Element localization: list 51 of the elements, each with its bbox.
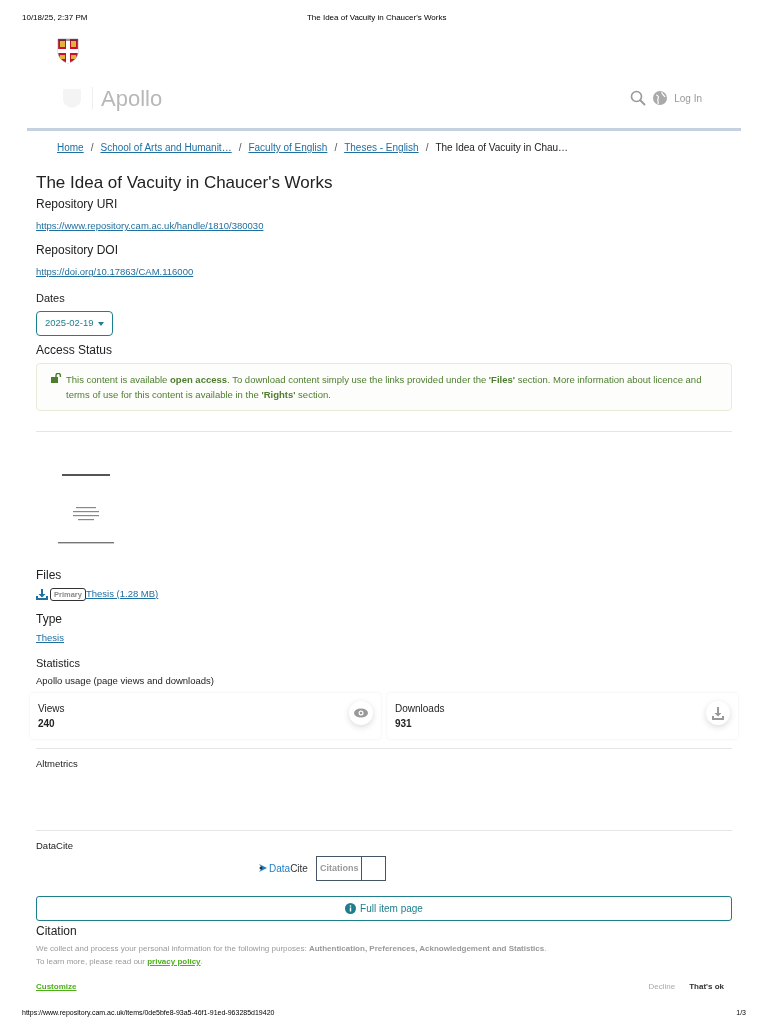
breadcrumb-link[interactable]: School of Arts and Humanit… — [100, 140, 232, 155]
field-label: Statistics — [36, 655, 81, 671]
field-label: Altmetrics — [36, 757, 79, 772]
breadcrumb-separator: / — [238, 141, 242, 155]
login-link[interactable]: Log In — [674, 90, 702, 106]
field-label: Type — [36, 611, 63, 629]
datacite-logo: DataCite — [269, 861, 308, 876]
stat-label: Downloads — [395, 702, 445, 717]
eye-icon — [349, 701, 373, 726]
breadcrumb-separator: / — [90, 141, 94, 155]
field-label: Repository URI — [36, 196, 119, 213]
breadcrumb-link[interactable]: Faculty of English — [248, 140, 328, 155]
print-date: 10/18/25, 2:37 PM — [22, 12, 88, 24]
print-title: The Idea of Vacuity in Chaucer's Works — [306, 12, 447, 24]
breadcrumb-separator: / — [425, 141, 429, 155]
download-icon — [706, 701, 730, 726]
stat-label: Views — [38, 702, 65, 717]
unlock-icon — [51, 373, 62, 383]
cookie-text: We collect and process your personal information for the following purposes: Authentication, Preferences, Acknowledgement and Statistics. — [36, 942, 548, 955]
globe-icon[interactable] — [652, 90, 669, 106]
field-label: Access Status — [36, 342, 114, 359]
field-label: DataCite — [36, 838, 74, 853]
breadcrumb-link[interactable]: Theses - English — [344, 140, 419, 155]
full-item-button[interactable]: Full item page — [36, 895, 732, 921]
uri-link[interactable]: https://www.repository.cam.ac.uk/handle/1810/380030 — [36, 219, 264, 234]
date-dropdown[interactable]: 2025-02-19 — [36, 311, 113, 336]
accept-button[interactable]: That's ok — [689, 980, 724, 993]
access-text: This content is available open access. To download content simply use the links provided under the 'Files' section. More information about licence and terms of use for this content is available in the 'Rights' section. — [66, 373, 703, 402]
breadcrumb-link[interactable]: Home — [57, 140, 84, 155]
datacite-logo-icon — [258, 863, 268, 874]
field-label: Files — [36, 567, 63, 584]
cookie-learn-more: To learn more, please read our privacy policy. — [36, 955, 204, 968]
breadcrumb-current: The Idea of Vacuity in Chau… — [435, 141, 569, 155]
citations-label: Citations — [316, 856, 363, 880]
stat-value: 240 — [38, 717, 56, 732]
doi-link[interactable]: https://doi.org/10.17863/CAM.116000 — [36, 265, 194, 280]
field-label: Repository DOI — [36, 242, 120, 260]
caret-icon — [97, 321, 104, 326]
download-icon[interactable] — [36, 588, 48, 600]
file-link[interactable]: Thesis (1.28 MB) — [85, 587, 159, 602]
field-label: Citation — [36, 923, 78, 938]
crest-icon — [57, 38, 79, 64]
statistics-subtitle: Apollo usage (page views and downloads) — [36, 674, 215, 688]
info-icon — [345, 902, 357, 914]
item-title: The Idea of Vacuity in Chaucer's Works — [36, 172, 334, 194]
field-label: Dates — [36, 290, 66, 306]
type-link[interactable]: Thesis — [36, 631, 64, 646]
stat-value: 931 — [395, 717, 413, 732]
brand-name: Apollo — [101, 84, 163, 113]
breadcrumb-separator: / — [334, 141, 338, 155]
search-icon[interactable] — [630, 90, 647, 106]
